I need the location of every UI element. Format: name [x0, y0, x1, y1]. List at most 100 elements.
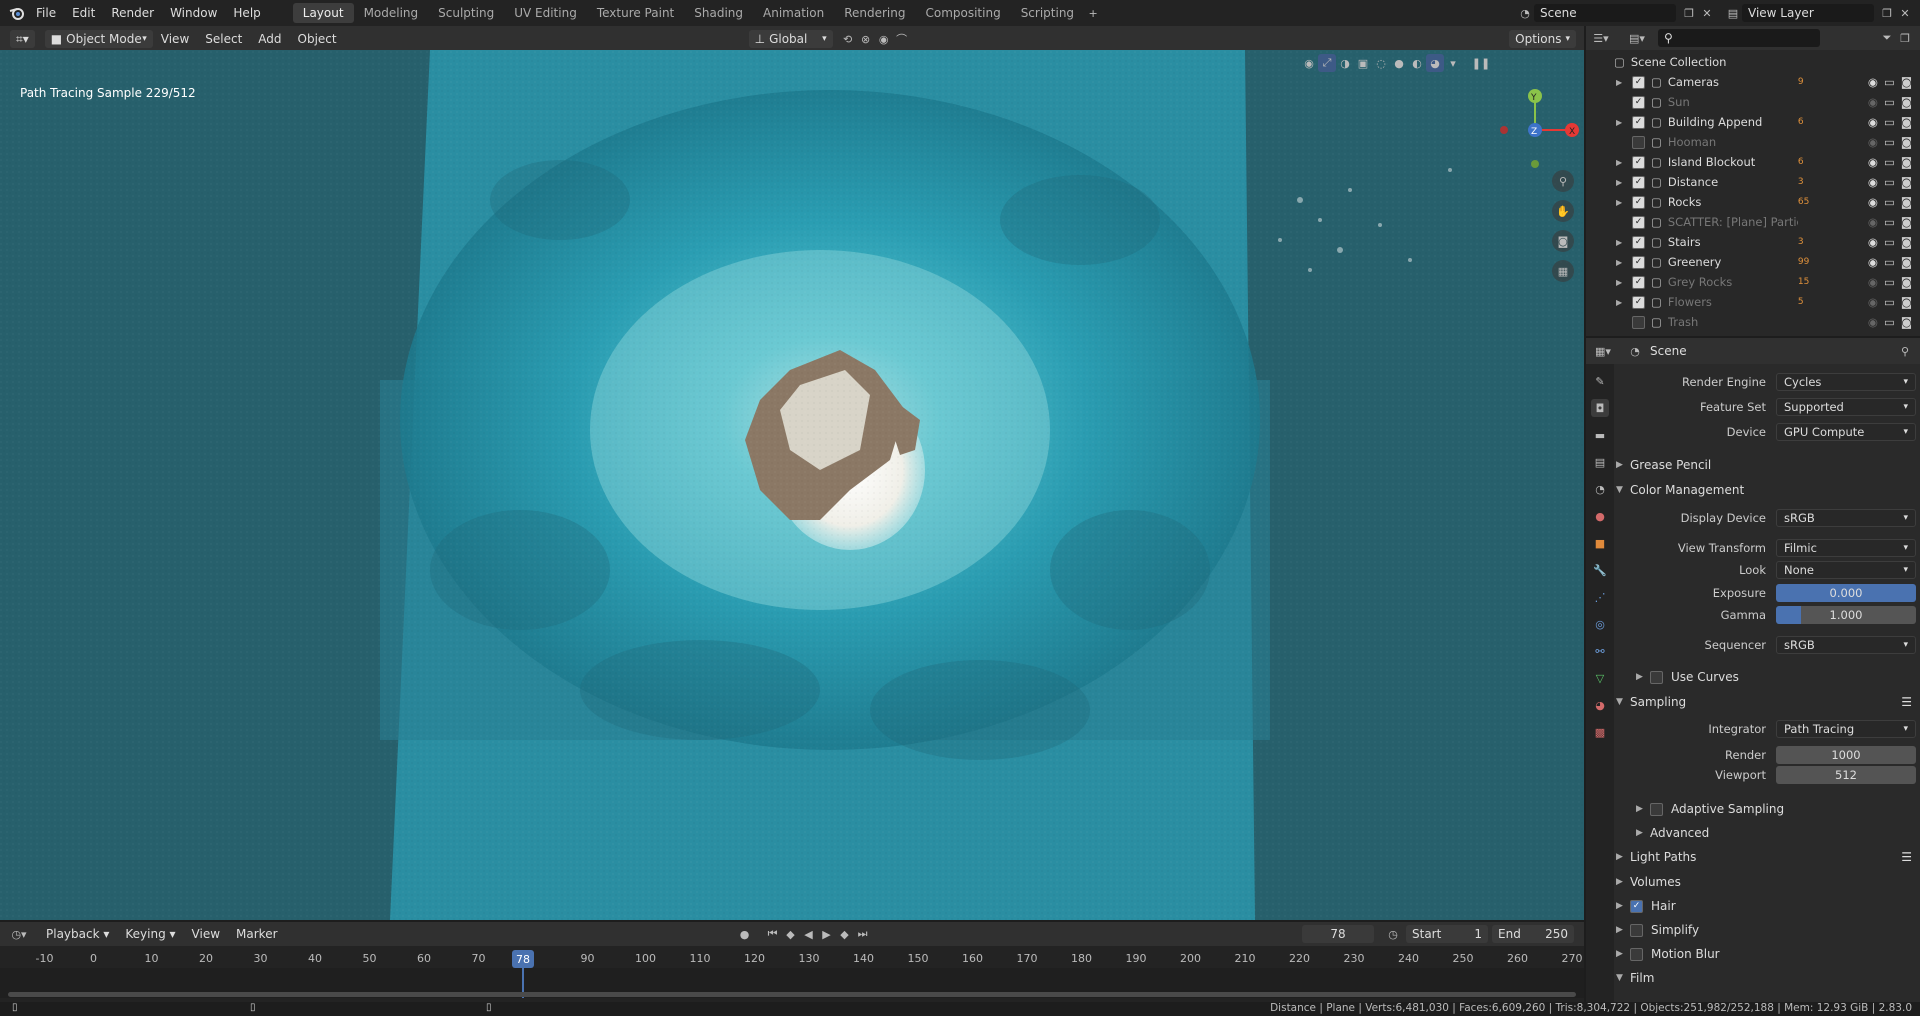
tab-uv-editing[interactable]: UV Editing	[504, 3, 587, 23]
motion-blur-panel[interactable]: ▶ Motion Blur	[1616, 943, 1916, 965]
menu-file[interactable]: File	[28, 6, 64, 20]
outliner-search-input[interactable]: ⚲	[1658, 29, 1820, 47]
overlay-icon[interactable]: ◑	[1336, 54, 1354, 72]
xray-icon[interactable]: ▣	[1354, 54, 1372, 72]
viewport-menu-object[interactable]: Object	[290, 32, 345, 46]
hide-eye-icon[interactable]: ◉	[1868, 235, 1878, 249]
constraints-tab-icon[interactable]: ⚯	[1591, 642, 1609, 660]
record-icon[interactable]: ●	[736, 925, 754, 943]
close-view-layer-icon[interactable]: ✕	[1896, 4, 1914, 22]
scene-field[interactable]: Scene	[1534, 4, 1676, 22]
blender-logo-icon[interactable]	[6, 4, 28, 22]
disable-viewport-icon[interactable]: ▭	[1884, 315, 1895, 329]
display-device-dropdown[interactable]: sRGB ▾	[1776, 509, 1916, 527]
timeline-menu-playback[interactable]: Playback ▾	[38, 927, 117, 941]
close-scene-icon[interactable]: ✕	[1698, 4, 1716, 22]
zoom-icon[interactable]: ⚲	[1552, 170, 1574, 192]
hide-eye-icon[interactable]: ◉	[1868, 255, 1878, 269]
jump-end-icon[interactable]: ⏭	[854, 925, 872, 943]
render-samples-field[interactable]: 1000	[1776, 746, 1916, 764]
jump-start-icon[interactable]: ⏮	[764, 925, 782, 943]
scene-tab-icon[interactable]: ◔	[1591, 480, 1609, 498]
use-curves-checkbox[interactable]	[1650, 670, 1663, 684]
hide-eye-icon[interactable]: ◉	[1868, 155, 1878, 169]
expand-arrow-icon[interactable]: ▶	[1616, 258, 1628, 267]
timeline-menu-marker[interactable]: Marker	[228, 927, 285, 941]
current-frame-field[interactable]: 78	[1302, 925, 1374, 943]
hide-eye-icon[interactable]: ◉	[1868, 135, 1878, 149]
disable-render-icon[interactable]: ◙	[1901, 155, 1912, 169]
copy-scene-icon[interactable]: ❐	[1680, 4, 1698, 22]
light-paths-panel[interactable]: ▶ Light Paths ☰	[1616, 846, 1916, 868]
exclude-checkbox[interactable]: ✓	[1632, 235, 1645, 249]
exclude-checkbox[interactable]	[1632, 135, 1645, 149]
disable-viewport-icon[interactable]: ▭	[1884, 75, 1895, 89]
render-tab-icon[interactable]: ◘	[1591, 399, 1609, 417]
gamma-slider[interactable]: 1.000	[1776, 606, 1916, 624]
viewport-menu-add[interactable]: Add	[250, 32, 289, 46]
disable-render-icon[interactable]: ◙	[1901, 295, 1912, 309]
modifier-tab-icon[interactable]: 🔧	[1591, 561, 1609, 579]
object-tab-icon[interactable]: ■	[1591, 534, 1609, 552]
exclude-checkbox[interactable]: ✓	[1632, 95, 1645, 109]
timeline-scrollbar[interactable]	[8, 992, 1576, 997]
3d-viewport[interactable]: Path Tracing Sample 229/512 ◉ ⤢ ◑ ▣ ◌ ● …	[0, 50, 1584, 920]
disable-render-icon[interactable]: ◙	[1901, 95, 1912, 109]
solid-shading-icon[interactable]: ●	[1390, 54, 1408, 72]
tab-layout[interactable]: Layout	[292, 3, 354, 23]
exclude-checkbox[interactable]: ✓	[1632, 275, 1645, 289]
use-curves-panel[interactable]: ▶ Use Curves	[1636, 666, 1920, 688]
list-icon[interactable]: ☰	[1901, 695, 1912, 709]
exclude-checkbox[interactable]: ✓	[1632, 75, 1645, 89]
timeline-menu-view[interactable]: View	[184, 927, 228, 941]
film-panel[interactable]: ▼ Film	[1616, 967, 1916, 989]
viewport-menu-select[interactable]: Select	[197, 32, 250, 46]
hide-eye-icon[interactable]: ◉	[1868, 215, 1878, 229]
menu-help[interactable]: Help	[225, 6, 268, 20]
disable-render-icon[interactable]: ◙	[1901, 255, 1912, 269]
display-mode-icon[interactable]: ▤▾	[1628, 29, 1646, 47]
exclude-checkbox[interactable]: ✓	[1632, 155, 1645, 169]
disable-viewport-icon[interactable]: ▭	[1884, 155, 1895, 169]
copy-view-layer-icon[interactable]: ❐	[1878, 4, 1896, 22]
outliner-item[interactable]: ▶ ✓ ▢ Stairs 3 ◉ ▭ ◙	[1586, 232, 1920, 252]
color-management-panel[interactable]: ▼ Color Management	[1616, 479, 1916, 501]
hide-eye-icon[interactable]: ◉	[1868, 95, 1878, 109]
add-workspace-icon[interactable]: +	[1084, 4, 1102, 22]
expand-arrow-icon[interactable]: ▶	[1616, 198, 1628, 207]
outliner-root[interactable]: ▢ Scene Collection	[1586, 52, 1920, 72]
editor-type-button[interactable]: ⌗▾	[10, 30, 35, 48]
menu-edit[interactable]: Edit	[64, 6, 103, 20]
expand-arrow-icon[interactable]: ▶	[1616, 118, 1628, 127]
falloff-icon[interactable]: ⌒	[893, 30, 911, 48]
disable-viewport-icon[interactable]: ▭	[1884, 215, 1895, 229]
hide-eye-icon[interactable]: ◉	[1868, 75, 1878, 89]
hide-eye-icon[interactable]: ◉	[1868, 175, 1878, 189]
exclude-checkbox[interactable]: ✓	[1632, 175, 1645, 189]
grease-pencil-panel[interactable]: ▶ Grease Pencil	[1616, 454, 1916, 476]
disable-viewport-icon[interactable]: ▭	[1884, 175, 1895, 189]
navigation-gizmo[interactable]: Y X Z	[1490, 80, 1580, 180]
device-dropdown[interactable]: GPU Compute ▾	[1776, 423, 1916, 441]
pin-icon[interactable]: ⚲	[1896, 342, 1914, 360]
exposure-slider[interactable]: 0.000	[1776, 584, 1916, 602]
outliner-editor-icon[interactable]: ☰▾	[1592, 29, 1610, 47]
timeline-editor-icon[interactable]: ◷▾	[10, 925, 28, 943]
disable-viewport-icon[interactable]: ▭	[1884, 275, 1895, 289]
texture-tab-icon[interactable]: ▩	[1591, 723, 1609, 741]
simplify-panel[interactable]: ▶ Simplify	[1616, 919, 1916, 941]
play-icon[interactable]: ▶	[818, 925, 836, 943]
advanced-panel[interactable]: ▶ Advanced	[1636, 822, 1920, 844]
disable-render-icon[interactable]: ◙	[1901, 135, 1912, 149]
hair-checkbox[interactable]: ✓	[1630, 899, 1643, 913]
object-mode-dropdown[interactable]: ■ Object Mode ▾	[44, 30, 153, 48]
adaptive-sampling-checkbox[interactable]	[1650, 802, 1663, 816]
prev-keyframe-icon[interactable]: ◆	[782, 925, 800, 943]
tab-scripting[interactable]: Scripting	[1011, 3, 1084, 23]
tab-texture-paint[interactable]: Texture Paint	[587, 3, 684, 23]
gizmo-icon[interactable]: ⤢	[1318, 54, 1336, 72]
timeline-menu-keying[interactable]: Keying ▾	[117, 927, 183, 941]
disable-render-icon[interactable]: ◙	[1901, 195, 1912, 209]
rendered-shading-icon[interactable]: ◕	[1426, 54, 1444, 72]
disable-viewport-icon[interactable]: ▭	[1884, 95, 1895, 109]
